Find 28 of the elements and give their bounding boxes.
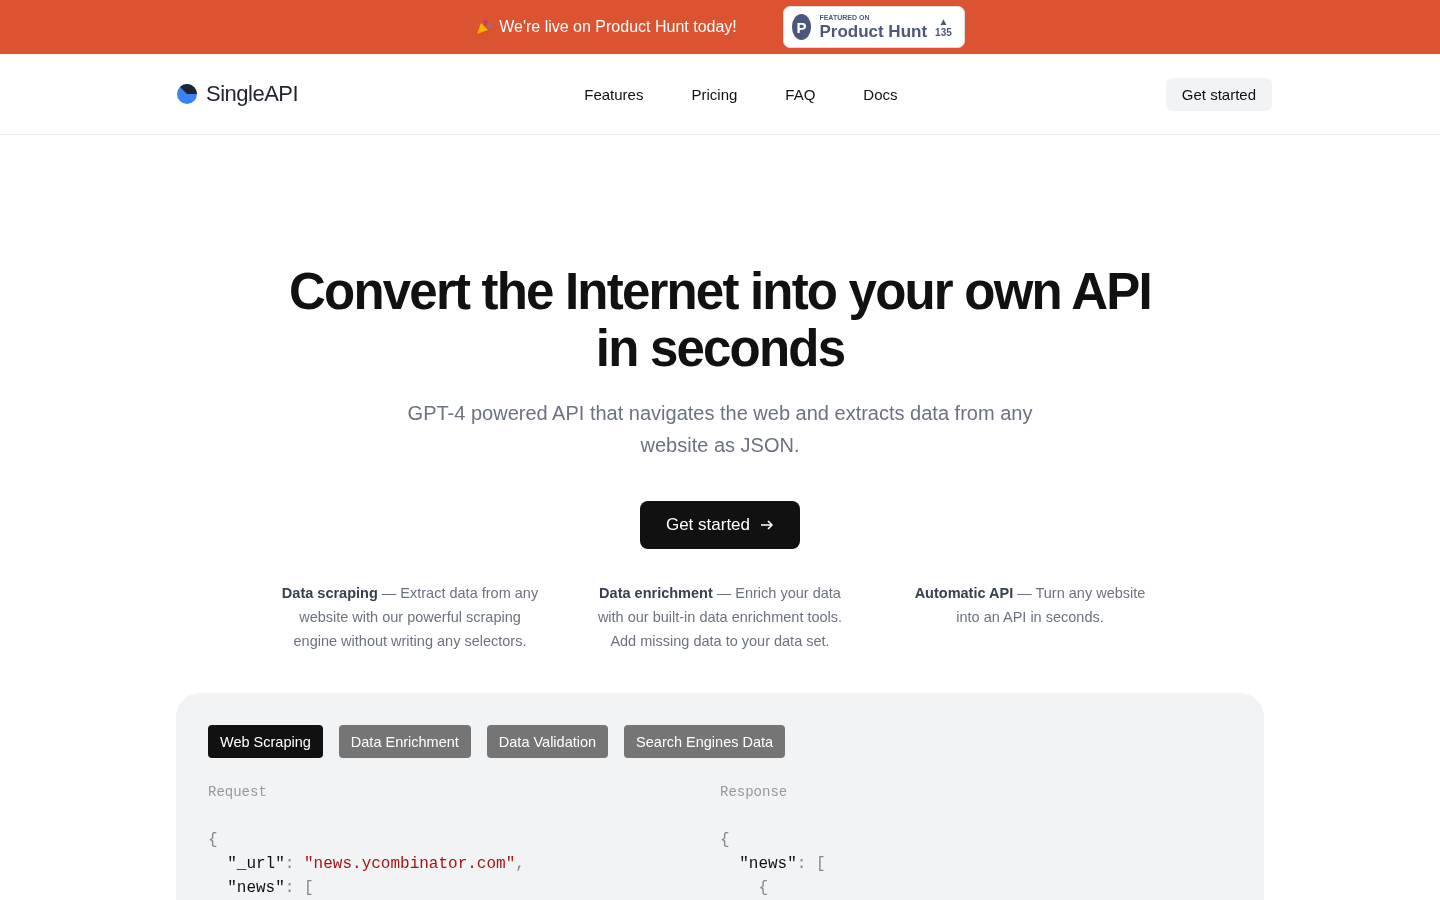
code-line: { bbox=[208, 830, 219, 851]
feature-description: Automatic API — Turn any website into an API in seconds. bbox=[913, 584, 1147, 627]
demo-tab[interactable]: Web Scraping bbox=[208, 725, 323, 758]
code-line: "news": [ bbox=[738, 854, 827, 875]
demo-tab[interactable]: Data Enrichment bbox=[338, 725, 471, 758]
feature-description: Data scraping — Extract data from any website with our powerful scraping engine without writing any selectors. bbox=[281, 584, 539, 651]
banner-message: We're live on Product Hunt today! bbox=[499, 18, 737, 36]
party-popper-icon bbox=[475, 18, 494, 36]
hero-subtitle: GPT-4 powered API that navigates the web and extracts data from any website as JSON. bbox=[406, 401, 1034, 458]
logo-icon bbox=[176, 83, 198, 105]
code-line: { bbox=[720, 830, 731, 851]
demo-tab[interactable]: Search Engines Data bbox=[624, 725, 786, 758]
nav-link[interactable]: Features bbox=[584, 85, 644, 103]
nav-link[interactable]: Pricing bbox=[691, 85, 738, 103]
pane-label: Response bbox=[720, 784, 789, 800]
feature-description: Data enrichment — Enrich your data with our built-in data enrichment tools. Add missing data to your data set. bbox=[596, 584, 844, 651]
code-line: { bbox=[757, 878, 769, 899]
nav-link[interactable]: FAQ bbox=[785, 85, 816, 103]
brand-name: SingleAPI bbox=[206, 81, 299, 107]
get-started-button[interactable]: Get started bbox=[1165, 77, 1272, 111]
code-line: "news": [ bbox=[226, 878, 315, 899]
get-started-button[interactable]: Get started bbox=[639, 501, 801, 549]
nav-link[interactable]: Docs bbox=[863, 85, 898, 103]
pane-label: Request bbox=[208, 784, 268, 800]
arrow-right-icon bbox=[760, 518, 775, 532]
demo-tab[interactable]: Data Validation bbox=[486, 725, 609, 758]
code-line: "_url": "news.ycombinator.com", bbox=[226, 854, 526, 875]
hero-title: Convert the Internet into your own API in seconds bbox=[288, 263, 1152, 377]
